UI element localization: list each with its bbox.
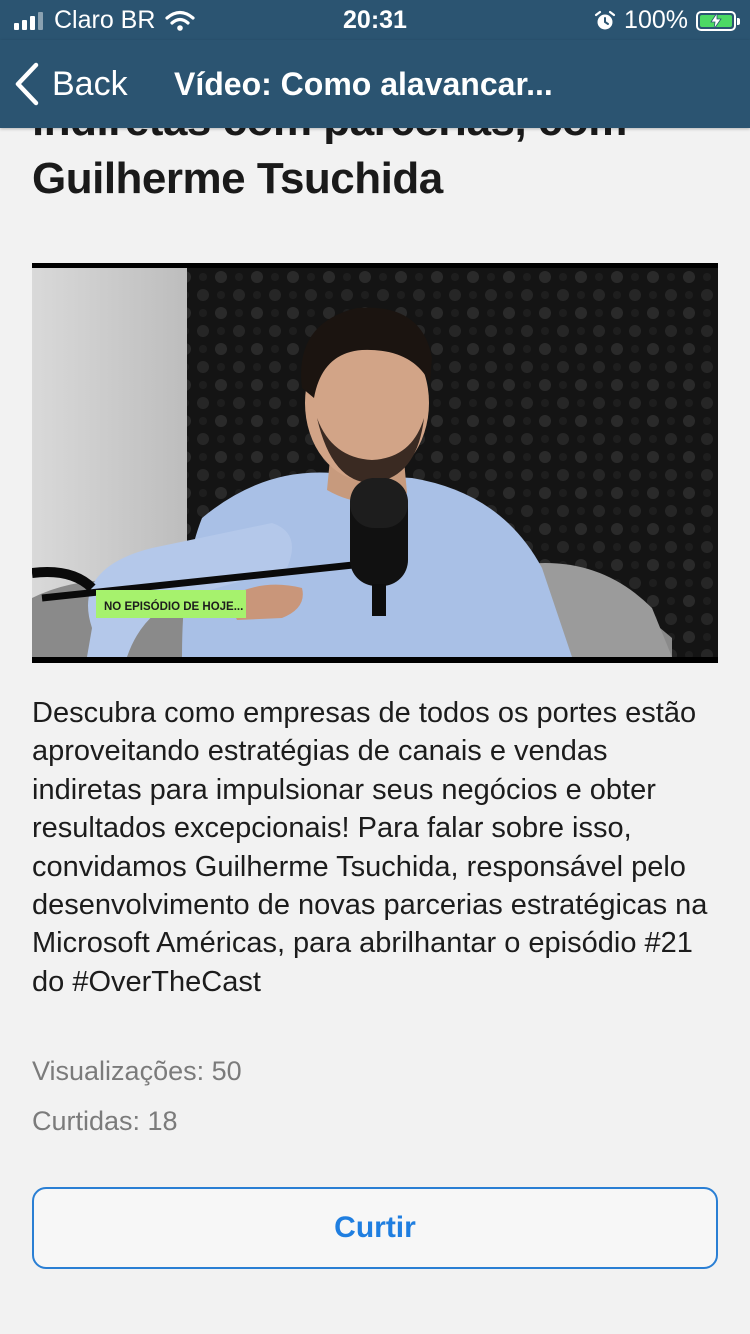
back-label: Back: [52, 64, 128, 103]
video-description: Descubra como empresas de todos os porte…: [32, 697, 708, 998]
chevron-left-icon: [15, 62, 39, 106]
back-button[interactable]: Back: [14, 62, 128, 106]
video-thumbnail[interactable]: NO EPISÓDIO DE HOJE...: [32, 263, 718, 663]
likes-count: Curtidas: 18: [32, 1106, 178, 1136]
status-right: 100%: [594, 6, 740, 35]
battery-percent: 100%: [624, 6, 688, 34]
video-title: indiretas com parcerias, com Guilherme T…: [32, 128, 627, 203]
views-count: Visualizações: 50: [32, 1056, 242, 1086]
status-bar: Claro BR 20:31 100%: [0, 0, 750, 40]
video-detail-content[interactable]: indiretas com parcerias, com Guilherme T…: [0, 128, 750, 1334]
video-frame-image: NO EPISÓDIO DE HOJE...: [32, 268, 718, 657]
battery-charging-icon: [696, 10, 740, 31]
alarm-icon: [594, 10, 616, 29]
video-overlay-caption: NO EPISÓDIO DE HOJE...: [104, 600, 243, 613]
nav-title: Vídeo: Como alavancar...: [174, 66, 553, 102]
navigation-bar: Back Vídeo: Como alavancar...: [0, 40, 750, 128]
like-button[interactable]: Curtir: [32, 1187, 718, 1269]
